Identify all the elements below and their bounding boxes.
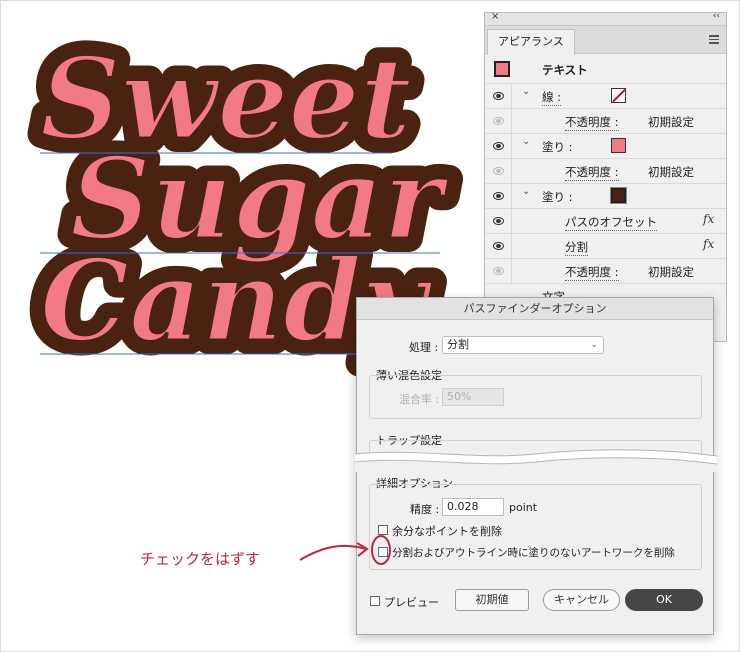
visibility-eye-icon[interactable] bbox=[493, 142, 504, 150]
opacity-label[interactable]: 不透明度 : bbox=[565, 164, 619, 181]
operation-label: 処理 : bbox=[409, 341, 439, 354]
chevron-down-icon[interactable]: ⌄ bbox=[522, 86, 530, 97]
annotation-uncheck-text: チェックをはずす bbox=[140, 550, 261, 568]
visibility-eye-icon[interactable] bbox=[493, 267, 504, 275]
fill-opacity-row[interactable]: 不透明度 : 初期設定 bbox=[485, 159, 726, 184]
visibility-eye-icon[interactable] bbox=[493, 242, 504, 250]
divide-row[interactable]: 分割 fx bbox=[485, 234, 726, 259]
defaults-button[interactable]: 初期値 bbox=[455, 589, 529, 611]
visibility-eye-icon[interactable] bbox=[493, 167, 504, 175]
visibility-eye-icon[interactable] bbox=[493, 192, 504, 200]
panel-collapse-icon[interactable]: ‹‹ bbox=[713, 11, 720, 21]
chevron-down-icon: ⌄ bbox=[590, 340, 598, 350]
panel-tab-bar: アピアランス bbox=[485, 26, 726, 55]
ok-button[interactable]: OK bbox=[625, 589, 703, 611]
stroke-opacity-row[interactable]: 不透明度 : 初期設定 bbox=[485, 109, 726, 134]
opacity-label[interactable]: 不透明度 : bbox=[565, 114, 619, 131]
fx-icon[interactable]: fx bbox=[703, 237, 714, 251]
stroke-none-swatch[interactable] bbox=[611, 88, 626, 103]
dialog-title: パスファインダーオプション bbox=[357, 298, 713, 320]
offset-path-effect-link[interactable]: パスのオフセット bbox=[565, 214, 657, 231]
fill-opacity-row[interactable]: 不透明度 : 初期設定 bbox=[485, 259, 726, 284]
dialog-tear-divider bbox=[355, 449, 717, 472]
appearance-header-row[interactable]: テキスト bbox=[485, 54, 726, 84]
stroke-row[interactable]: ⌄ 線 : bbox=[485, 84, 726, 109]
opacity-value: 初期設定 bbox=[648, 165, 694, 179]
stroke-label[interactable]: 線 : bbox=[542, 89, 562, 106]
mix-rate-input: 50% bbox=[442, 388, 504, 406]
remove-unpainted-label[interactable]: 分割およびアウトライン時に塗りのないアートワークを削除 bbox=[392, 545, 675, 560]
fill-row-pink[interactable]: ⌄ 塗り : bbox=[485, 134, 726, 159]
operation-select[interactable]: 分割 ⌄ bbox=[442, 336, 604, 354]
fill-label: 塗り : bbox=[542, 190, 573, 204]
chevron-down-icon[interactable]: ⌄ bbox=[522, 136, 530, 147]
panel-close-icon[interactable]: × bbox=[491, 11, 499, 22]
divide-effect-link[interactable]: 分割 bbox=[565, 239, 588, 256]
fill-brown-swatch[interactable] bbox=[610, 187, 627, 204]
offset-path-row[interactable]: パスのオフセット fx bbox=[485, 209, 726, 234]
tab-appearance[interactable]: アピアランス bbox=[487, 29, 575, 55]
fill-label: 塗り : bbox=[542, 140, 573, 154]
chevron-down-icon[interactable]: ⌄ bbox=[522, 186, 530, 197]
fx-icon[interactable]: fx bbox=[703, 212, 714, 226]
operation-select-value: 分割 bbox=[447, 338, 469, 351]
remove-unpainted-checkbox[interactable] bbox=[378, 547, 388, 557]
fill-pink-swatch[interactable] bbox=[611, 138, 626, 153]
preview-checkbox[interactable] bbox=[370, 596, 380, 606]
precision-input[interactable]: 0.028 bbox=[442, 498, 504, 516]
preview-label[interactable]: プレビュー bbox=[384, 594, 439, 610]
mix-rate-value: 50% bbox=[447, 390, 472, 403]
opacity-label[interactable]: 不透明度 : bbox=[565, 264, 619, 281]
precision-value: 0.028 bbox=[447, 500, 479, 513]
opacity-value: 初期設定 bbox=[648, 115, 694, 129]
visibility-eye-icon[interactable] bbox=[493, 92, 504, 100]
visibility-eye-icon[interactable] bbox=[493, 217, 504, 225]
appearance-header-title: テキスト bbox=[542, 63, 588, 77]
pathfinder-options-dialog: パスファインダーオプション 処理 : 分割 ⌄ 薄い混色設定 混合率 : 50%… bbox=[355, 297, 717, 635]
mix-rate-label: 混合率 : bbox=[399, 393, 440, 406]
remove-redundant-label[interactable]: 余分なポイントを削除 bbox=[392, 523, 502, 539]
appearance-panel: × ‹‹ アピアランス テキスト ⌄ 線 : 不透明度 : 初期設定 ⌄ 塗り … bbox=[484, 11, 727, 342]
cancel-button[interactable]: キャンセル bbox=[543, 589, 620, 611]
panel-title-bar: × ‹‹ bbox=[485, 11, 726, 26]
precision-unit: point bbox=[509, 501, 538, 514]
text-thumbnail-icon bbox=[494, 61, 510, 77]
remove-redundant-checkbox[interactable] bbox=[378, 525, 388, 535]
opacity-value: 初期設定 bbox=[648, 265, 694, 279]
hamburger-menu-icon[interactable] bbox=[709, 35, 719, 46]
fill-row-brown[interactable]: ⌄ 塗り : bbox=[485, 184, 726, 209]
visibility-eye-icon[interactable] bbox=[493, 117, 504, 125]
precision-label: 精度 : bbox=[410, 503, 440, 516]
